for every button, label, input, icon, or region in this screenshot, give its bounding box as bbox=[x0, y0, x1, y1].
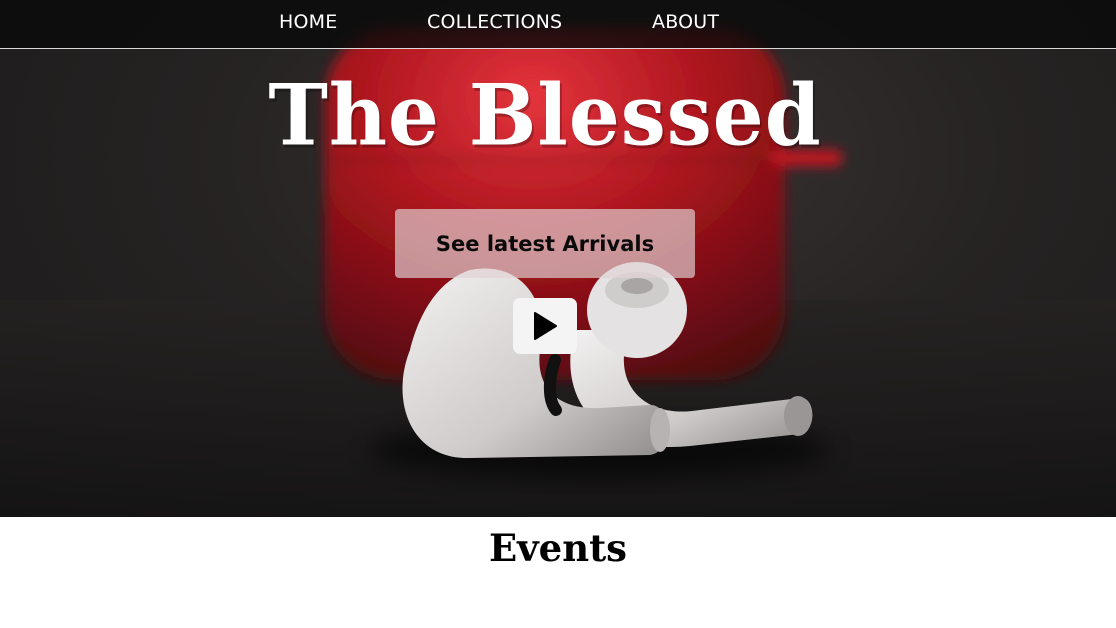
hero-section: HOME COLLECTIONS ABOUT The Blessed See l… bbox=[0, 0, 1116, 517]
cta-button-label: See latest Arrivals bbox=[435, 231, 655, 256]
brand-title: The Blessed bbox=[268, 65, 822, 165]
nav-link-collections[interactable]: COLLECTIONS bbox=[427, 11, 562, 33]
nav-link-home[interactable]: HOME bbox=[279, 11, 337, 33]
play-video-button[interactable] bbox=[513, 298, 577, 354]
play-icon bbox=[534, 312, 557, 340]
events-heading: Events bbox=[488, 526, 628, 570]
nav-link-about[interactable]: ABOUT bbox=[652, 11, 719, 33]
top-navigation-bar: HOME COLLECTIONS ABOUT bbox=[0, 0, 1116, 49]
see-latest-arrivals-button[interactable]: See latest Arrivals bbox=[395, 209, 695, 278]
